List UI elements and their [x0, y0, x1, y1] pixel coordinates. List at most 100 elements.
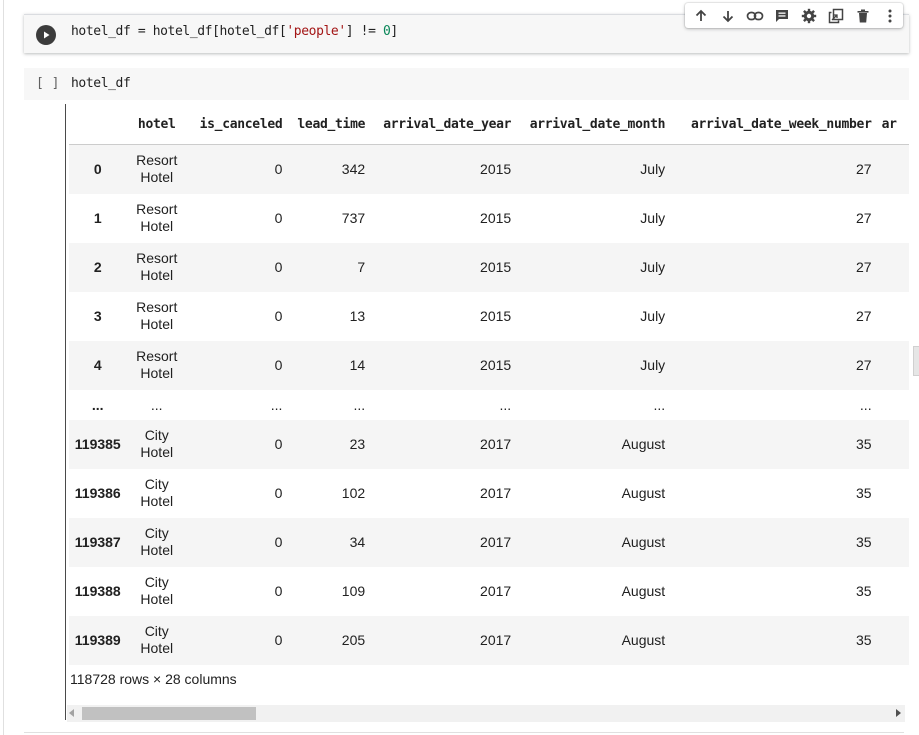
add-comment-button[interactable] [768, 3, 795, 28]
ellipsis: ... [653, 396, 666, 413]
cell-text: Hotel [140, 169, 174, 186]
cell-text: City [144, 623, 169, 639]
index-header [69, 104, 131, 145]
table-row: 119389 City Hotel 0 205 2017 August 35 [69, 615, 909, 665]
code-text: ] [390, 24, 398, 39]
row-index: 119387 [74, 534, 121, 550]
cell-is-canceled: 0 [274, 485, 283, 501]
cell-week-number: 27 [856, 259, 872, 275]
cell-week-number: 27 [856, 210, 872, 226]
ellipsis: ... [150, 396, 163, 413]
output-divider [65, 104, 66, 720]
cell-lead-time: 342 [341, 161, 366, 178]
scroll-right-arrow-icon[interactable] [896, 709, 901, 717]
cell-truncated [872, 469, 909, 518]
cell-hotel: Resort Hotel [130, 243, 183, 292]
cell-is-canceled: 0 [274, 632, 283, 648]
cell-week-number: 27 [856, 357, 872, 373]
ellipsis: ... [353, 396, 366, 413]
cell-truncated [872, 420, 909, 469]
notebook-left-border [3, 0, 4, 735]
cell-text: Resort [136, 348, 178, 364]
cell-lead-time: 7 [357, 259, 366, 275]
scrollbar-thumb[interactable] [82, 707, 256, 720]
cell-hotel: Resort Hotel [130, 292, 183, 341]
cell-truncated [872, 292, 909, 341]
cell-week-number: 35 [856, 583, 872, 599]
row-index: 0 [93, 161, 102, 178]
code-text: hotel_df = hotel_df[hotel_df[ [71, 24, 287, 39]
trash-icon [857, 9, 868, 22]
move-cell-down-button[interactable] [714, 3, 741, 28]
delete-cell-button[interactable] [849, 3, 876, 28]
cell-arrival-year: 2017 [480, 534, 512, 550]
ellipsis: ... [499, 396, 512, 413]
cell-text: City [144, 574, 169, 590]
column-header: hotel [130, 104, 184, 145]
cell-text: Hotel [140, 316, 174, 332]
cell-truncated [872, 341, 909, 390]
column-header: arrival_date_month [511, 104, 665, 145]
cell-arrival-year: 2015 [480, 357, 512, 373]
column-header: ar [871, 104, 909, 145]
cell-text: Resort [136, 201, 178, 217]
cell-settings-button[interactable] [795, 3, 822, 28]
run-cell-button[interactable] [36, 25, 56, 45]
cell-arrival-year: 2015 [480, 210, 512, 226]
vertical-scroll-handle[interactable] [913, 346, 919, 376]
cell-hotel: Resort Hotel [130, 194, 183, 243]
horizontal-scrollbar[interactable] [67, 705, 905, 722]
cell-text: Hotel [140, 542, 174, 558]
cell-hotel: City Hotel [130, 518, 183, 567]
cell-text: Hotel [140, 640, 174, 656]
table-row: 0 Resort Hotel 0 342 2015 July 27 [69, 144, 909, 194]
table-header-row: hotel is_canceled lead_time arrival_date… [69, 104, 909, 145]
cell-text: City [144, 427, 169, 443]
ellipsis: ... [859, 396, 872, 413]
row-index: 119388 [74, 583, 121, 599]
cell-lead-time: 737 [341, 210, 366, 226]
cell-text: Hotel [140, 591, 174, 607]
row-index: 2 [93, 259, 102, 275]
code-cell-display[interactable]: [ ] hotel_df [24, 68, 909, 100]
row-index: 4 [93, 357, 102, 373]
dataframe-output: hotel is_canceled lead_time arrival_date… [69, 104, 909, 724]
cell-lead-time: 13 [349, 308, 366, 324]
code-string: 'people' [286, 24, 346, 39]
cell-text: Resort [136, 152, 178, 169]
arrow-down-icon [722, 10, 733, 22]
mirror-cell-button[interactable] [822, 3, 849, 28]
move-cell-up-button[interactable] [687, 3, 714, 28]
ellipsis: ... [270, 396, 283, 413]
cell-text: Hotel [140, 218, 174, 234]
cell-is-canceled: 0 [274, 534, 283, 550]
gear-icon [801, 8, 816, 23]
cell-arrival-month: August [621, 632, 666, 648]
code-editor[interactable]: hotel_df [71, 76, 131, 91]
play-icon [44, 31, 50, 39]
column-header: is_canceled [183, 104, 283, 145]
cell-arrival-year: 2017 [480, 485, 512, 501]
cell-text: City [144, 476, 169, 492]
cell-arrival-month: August [621, 583, 666, 599]
table-row: 1 Resort Hotel 0 737 2015 July 27 [69, 194, 909, 243]
cell-truncated [872, 518, 909, 567]
execution-count: [ ] [36, 76, 60, 91]
code-editor[interactable]: hotel_df = hotel_df[hotel_df['people'] !… [71, 24, 398, 39]
cell-week-number: 35 [856, 632, 872, 648]
cell-lead-time: 102 [341, 485, 366, 501]
cell-is-canceled: 0 [274, 357, 283, 373]
cell-truncated [872, 243, 909, 292]
scroll-left-arrow-icon[interactable] [69, 709, 74, 717]
ellipsis: ... [91, 396, 104, 413]
mirror-cell-icon [828, 8, 843, 23]
cell-week-number: 35 [856, 436, 872, 452]
cell-arrival-year: 2017 [480, 632, 512, 648]
copy-link-button[interactable] [741, 3, 768, 28]
cell-hotel: Resort Hotel [130, 341, 183, 390]
cell-arrival-year: 2017 [480, 583, 512, 599]
table-row: 4 Resort Hotel 0 14 2015 July 27 [69, 340, 909, 390]
cell-arrival-month: August [621, 485, 666, 501]
table-row: 119386 City Hotel 0 102 2017 August 35 [69, 469, 909, 518]
more-actions-button[interactable] [876, 3, 903, 28]
